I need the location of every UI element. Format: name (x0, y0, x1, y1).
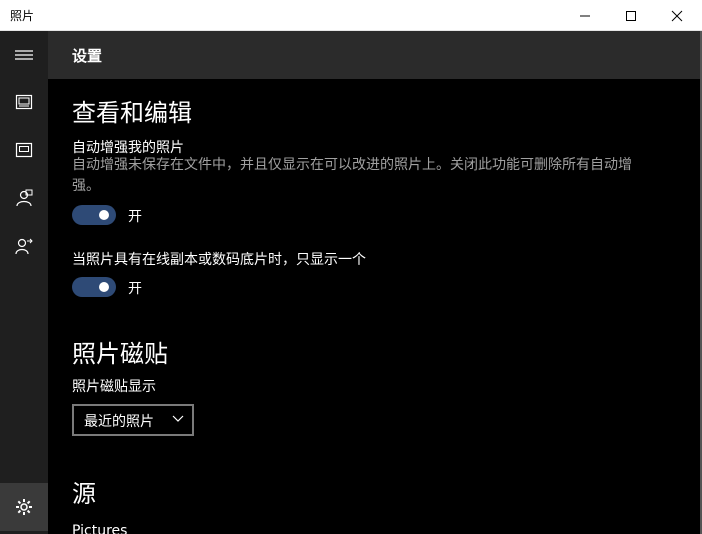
nav-share[interactable] (0, 222, 48, 270)
hamburger-menu-button[interactable] (0, 31, 48, 79)
page-title: 设置 (72, 47, 103, 65)
hamburger-menu-icon (15, 50, 33, 60)
people-icon (16, 189, 33, 207)
settings-content: 查看和编辑 自动增强我的照片 自动增强未保存在文件中，并且仅显示在可以改进的照片… (48, 79, 702, 534)
photos-window: 照片 设置 查看和编辑 自动增强我的照片 自动增强未保存在文件中，并且仅显示在可… (0, 0, 702, 534)
left-nav (0, 31, 48, 534)
auto-enhance-description: 自动增强未保存在文件中，并且仅显示在可以改进的照片上。关闭此功能可删除所有自动增… (72, 157, 632, 194)
auto-enhance-toggle[interactable] (72, 205, 116, 225)
close-icon (671, 10, 683, 21)
toggle-knob (99, 282, 109, 292)
settings-nav-button[interactable] (0, 483, 48, 531)
source-item-label: Pictures (72, 523, 128, 534)
tile-display-dropdown[interactable]: 最近的照片 (72, 404, 194, 436)
maximize-icon (626, 10, 636, 21)
toggle-knob (99, 210, 109, 220)
auto-enhance-state: 开 (128, 209, 142, 225)
nav-people[interactable] (0, 174, 48, 222)
title-bar: 照片 (0, 0, 702, 31)
dropdown-selected-value: 最近的照片 (84, 414, 154, 430)
linked-duplicates-toggle[interactable] (72, 277, 116, 297)
linked-duplicates-label: 当照片具有在线副本或数码底片时，只显示一个 (72, 252, 366, 268)
minimize-icon (580, 15, 590, 16)
gear-icon (16, 499, 32, 515)
share-icon (15, 238, 33, 255)
linked-duplicates-state: 开 (128, 281, 142, 297)
app-title: 照片 (10, 9, 35, 23)
maximize-button[interactable] (608, 0, 654, 31)
tile-display-label: 照片磁贴显示 (72, 379, 156, 395)
nav-collection[interactable] (0, 78, 48, 126)
collection-icon (15, 94, 33, 110)
page-header: 设置 (48, 31, 702, 79)
album-icon (15, 142, 33, 158)
close-button[interactable] (654, 0, 700, 31)
chevron-down-icon (172, 415, 184, 422)
section-title-sources: 源 (72, 480, 96, 508)
nav-albums[interactable] (0, 126, 48, 174)
minimize-button[interactable] (562, 0, 608, 31)
section-title-tile: 照片磁贴 (72, 340, 168, 368)
section-title-view-edit: 查看和编辑 (72, 99, 192, 127)
auto-enhance-label: 自动增强我的照片 (72, 140, 184, 156)
